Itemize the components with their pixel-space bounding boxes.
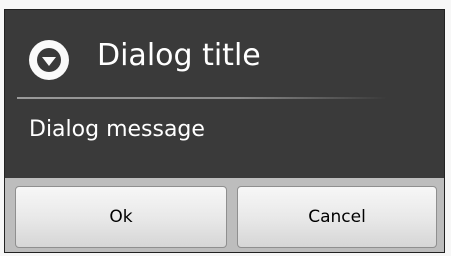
title-divider <box>17 97 387 99</box>
dialog-title: Dialog title <box>97 38 261 73</box>
dialog-button-bar: Ok Cancel <box>5 178 444 252</box>
cancel-button[interactable]: Cancel <box>237 186 437 248</box>
alert-dialog: Dialog title Dialog message Ok Cancel <box>4 9 445 253</box>
down-arrow-circle-icon <box>29 40 69 80</box>
ok-button-label: Ok <box>109 207 133 227</box>
ok-button[interactable]: Ok <box>15 186 227 248</box>
cancel-button-label: Cancel <box>308 207 366 227</box>
dialog-title-bar: Dialog title <box>5 10 444 98</box>
dialog-message: Dialog message <box>29 117 205 142</box>
